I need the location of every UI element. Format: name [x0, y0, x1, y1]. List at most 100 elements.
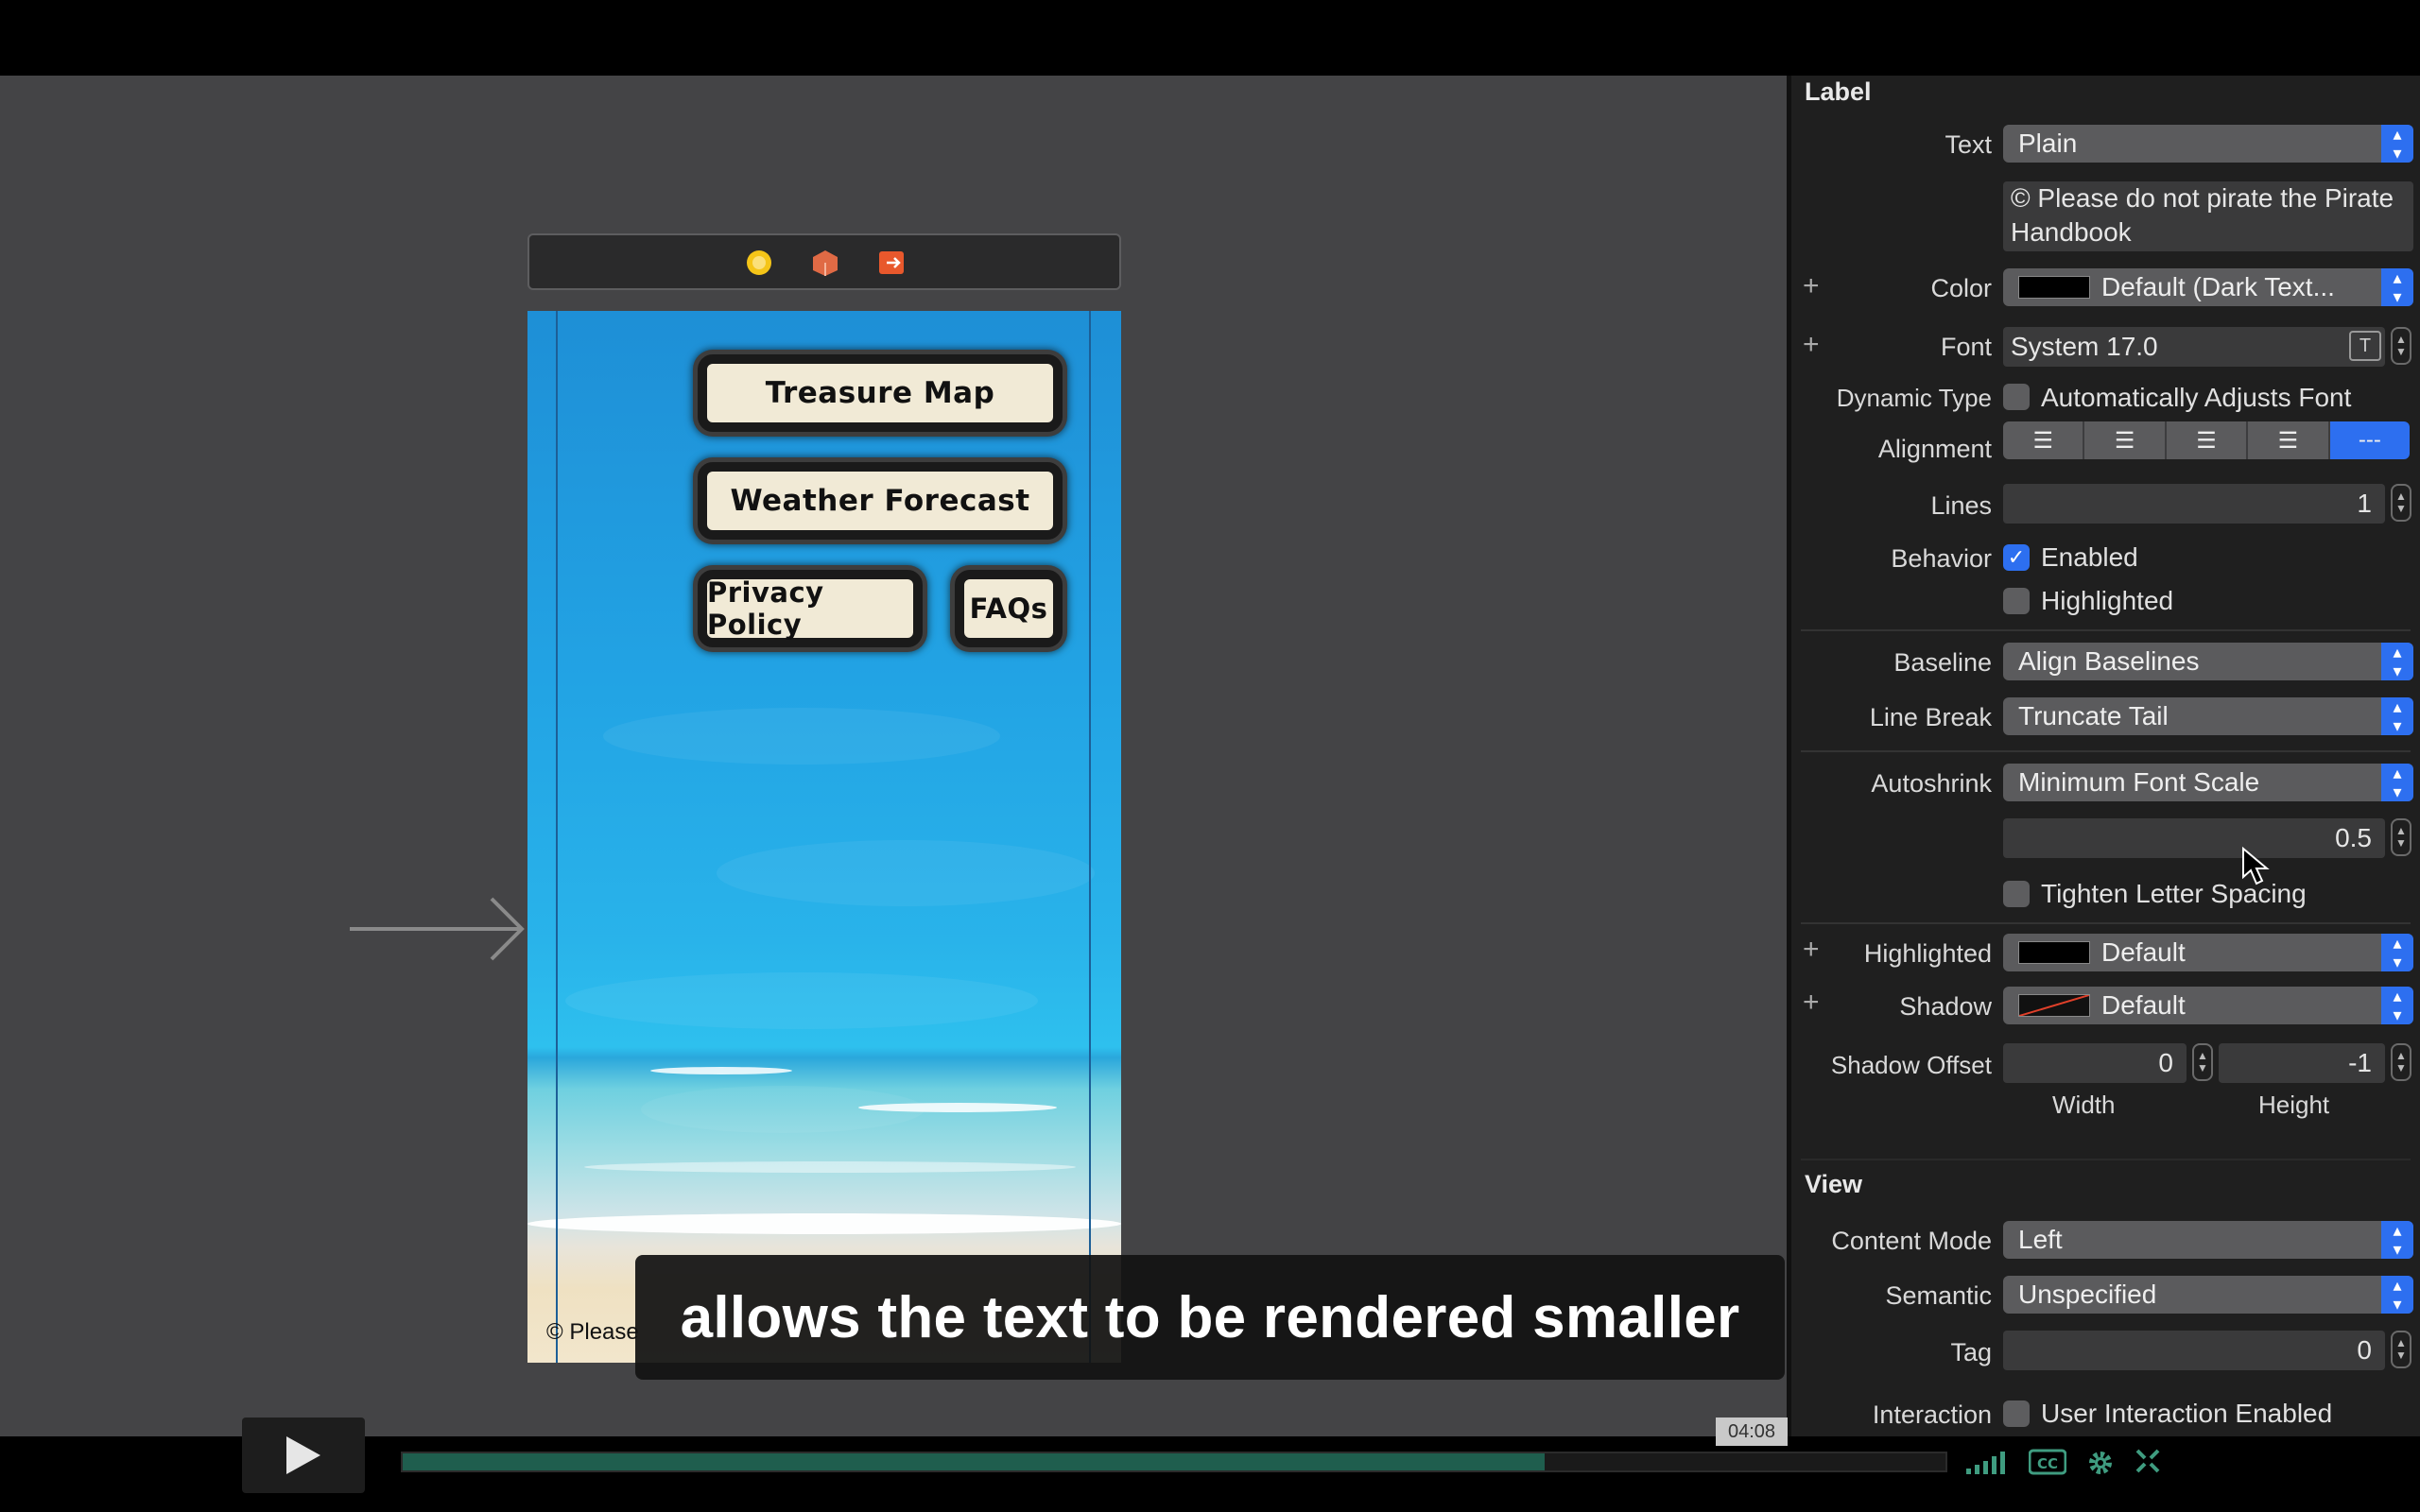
tag-value: 0 [2357, 1335, 2372, 1365]
fullscreen-icon[interactable] [2135, 1448, 2161, 1474]
shadow-offset-label: Shadow Offset [1830, 1051, 1992, 1079]
align-left-icon[interactable]: ☰ [2003, 421, 2085, 459]
align-right-icon[interactable]: ☰ [2166, 421, 2249, 459]
first-responder-icon[interactable] [811, 249, 839, 277]
shadow-offset-width-field[interactable]: 0 [2003, 1043, 2187, 1083]
chevron-updown-icon: ▴ ▾ [2381, 764, 2413, 801]
shadow-width-value: 0 [2158, 1048, 2173, 1077]
highlighted-checkbox[interactable] [2003, 588, 2030, 614]
color-swatch [2018, 276, 2090, 299]
align-center-icon[interactable]: ☰ [2084, 421, 2167, 459]
align-natural-icon[interactable]: --- [2329, 421, 2410, 459]
play-icon [286, 1436, 320, 1474]
progress-bar[interactable] [401, 1452, 1947, 1472]
exit-icon[interactable] [877, 249, 906, 277]
lines-field[interactable]: 1 [2003, 484, 2385, 524]
scene-dock[interactable] [527, 233, 1121, 290]
privacy-policy-button[interactable]: Privacy Policy [698, 570, 923, 647]
text-type-popup[interactable]: Plain ▴ ▾ [2003, 125, 2413, 163]
weather-forecast-button[interactable]: Weather Forecast [698, 462, 1063, 540]
width-caption: Width [2052, 1091, 2116, 1119]
video-player-controls: 04:08 CC [0, 1418, 2420, 1512]
enabled-option: Enabled [2041, 542, 2138, 572]
align-justify-icon[interactable]: ☰ [2248, 421, 2330, 459]
divider [1801, 922, 2411, 924]
alignment-segmented-control[interactable]: ☰ ☰ ☰ ☰ --- [2003, 421, 2410, 459]
shadow-offset-height-field[interactable]: -1 [2219, 1043, 2385, 1083]
caption-text: allows the text to be rendered smaller [680, 1284, 1740, 1350]
font-value: System 17.0 [2011, 332, 2158, 361]
font-scale-stepper[interactable]: ▲ ▼ [2391, 818, 2411, 856]
dynamic-type-label: Dynamic Type [1836, 384, 1992, 412]
shadow-color-popup[interactable]: Default ▴ ▾ [2003, 987, 2413, 1024]
shadow-label: Shadow [1899, 992, 1992, 1021]
add-shadow-variation-icon[interactable]: + [1803, 987, 1820, 1019]
divider [1801, 750, 2411, 752]
video-caption: allows the text to be rendered smaller [635, 1255, 1785, 1380]
minimum-font-scale-value: 0.5 [2335, 823, 2372, 852]
play-button[interactable] [242, 1418, 365, 1493]
minimum-font-scale-field[interactable]: 0.5 [2003, 818, 2385, 858]
baseline-popup[interactable]: Align Baselines ▴ ▾ [2003, 643, 2413, 680]
tag-field[interactable]: 0 [2003, 1331, 2385, 1370]
autoshrink-popup[interactable]: Minimum Font Scale ▴ ▾ [2003, 764, 2413, 801]
left-margin-guide [556, 311, 558, 1363]
line-break-label: Line Break [1869, 703, 1992, 731]
baseline-label: Baseline [1893, 648, 1992, 677]
shadow-width-stepper[interactable]: ▲ ▼ [2192, 1043, 2213, 1081]
color-popup[interactable]: Default (Dark Text... ▴ ▾ [2003, 268, 2413, 306]
behavior-label: Behavior [1891, 544, 1992, 573]
add-highlighted-variation-icon[interactable]: + [1803, 934, 1820, 966]
user-interaction-option: User Interaction Enabled [2041, 1399, 2333, 1428]
tighten-letter-spacing-checkbox[interactable] [2003, 881, 2030, 907]
semantic-popup[interactable]: Unspecified ▴ ▾ [2003, 1276, 2413, 1314]
enabled-checkbox[interactable]: ✓ [2003, 544, 2030, 571]
font-field[interactable]: System 17.0 T [2003, 327, 2385, 367]
content-mode-label: Content Mode [1831, 1227, 1992, 1255]
copyright-label[interactable]: © Please [546, 1319, 639, 1346]
highlighted-color-value: Default [2101, 937, 2186, 967]
font-label: Font [1940, 333, 1992, 361]
shadow-color-value: Default [2101, 990, 2186, 1020]
shadow-height-value: -1 [2348, 1048, 2372, 1077]
dynamic-type-checkbox[interactable] [2003, 384, 2030, 410]
color-value: Default (Dark Text... [2101, 272, 2335, 301]
chevron-updown-icon: ▴ ▾ [2381, 125, 2413, 163]
line-break-popup[interactable]: Truncate Tail ▴ ▾ [2003, 697, 2413, 735]
user-interaction-checkbox[interactable] [2003, 1400, 2030, 1427]
closed-captions-icon[interactable]: CC [2029, 1448, 2066, 1476]
highlighted-option: Highlighted [2041, 586, 2174, 615]
storyboard-canvas[interactable]: Treasure Map Weather Forecast Privacy Po… [0, 76, 1787, 1436]
highlighted-color-popup[interactable]: Default ▴ ▾ [2003, 934, 2413, 971]
tag-label: Tag [1950, 1338, 1992, 1366]
phone-scene[interactable]: Treasure Map Weather Forecast Privacy Po… [527, 311, 1121, 1363]
add-color-variation-icon[interactable]: + [1803, 270, 1820, 302]
chevron-updown-icon: ▴ ▾ [2381, 268, 2413, 306]
lines-label: Lines [1930, 491, 1992, 520]
font-picker-icon[interactable]: T [2349, 331, 2381, 361]
view-controller-icon[interactable] [745, 249, 773, 277]
progress-fill [403, 1453, 1545, 1470]
shadow-height-stepper[interactable]: ▲ ▼ [2391, 1043, 2411, 1081]
treasure-map-button[interactable]: Treasure Map [698, 354, 1063, 432]
faqs-button[interactable]: FAQs [955, 570, 1063, 647]
svg-text:CC: CC [2037, 1455, 2058, 1472]
autoshrink-label: Autoshrink [1871, 769, 1992, 798]
semantic-value: Unspecified [2018, 1280, 2157, 1309]
volume-icon[interactable] [1964, 1448, 2010, 1476]
attributes-inspector: Label Text Plain ▴ ▾ © Please do not pira… [1787, 76, 2420, 1436]
label-section-title: Label [1805, 77, 1872, 106]
text-type-value: Plain [2018, 129, 2078, 158]
add-font-variation-icon[interactable]: + [1803, 329, 1820, 361]
alignment-label: Alignment [1877, 435, 1992, 463]
font-size-stepper[interactable]: ▲ ▼ [2391, 327, 2411, 365]
settings-gear-icon[interactable] [2085, 1448, 2116, 1478]
time-indicator: 04:08 [1716, 1418, 1788, 1446]
tag-stepper[interactable]: ▲ ▼ [2391, 1331, 2411, 1368]
baseline-value: Align Baselines [2018, 646, 2200, 676]
interaction-label: Interaction [1872, 1400, 1992, 1429]
content-mode-popup[interactable]: Left ▴ ▾ [2003, 1221, 2413, 1259]
content-mode-value: Left [2018, 1225, 2063, 1254]
lines-stepper[interactable]: ▲ ▼ [2391, 484, 2411, 522]
text-content-field[interactable]: © Please do not pirate the Pirate Handbo… [2003, 181, 2413, 251]
